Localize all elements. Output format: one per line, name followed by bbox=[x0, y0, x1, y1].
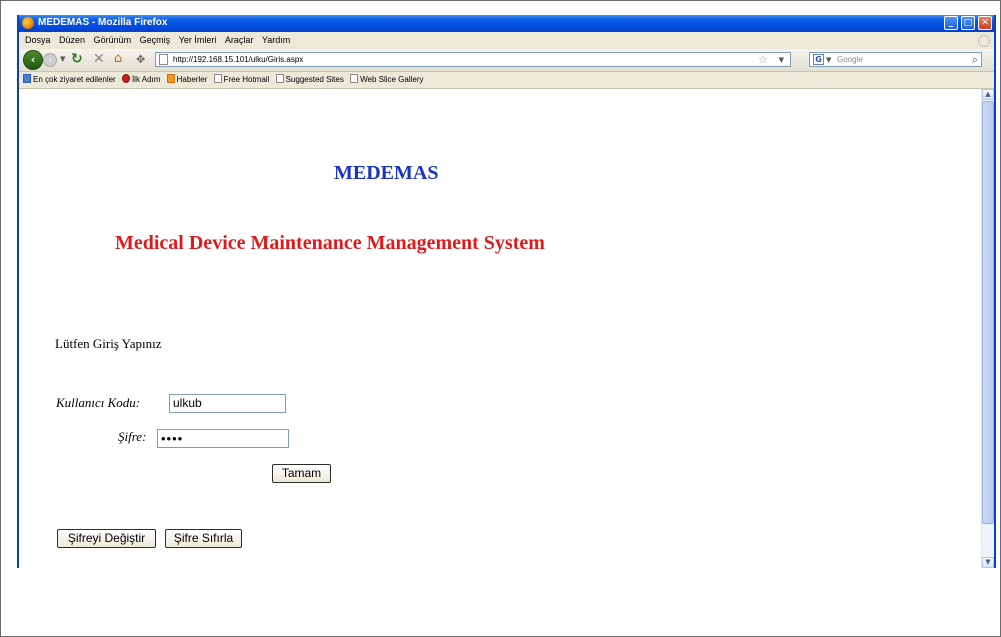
login-prompt: Lütfen Giriş Yapınız bbox=[55, 336, 162, 351]
search-input[interactable]: Google bbox=[837, 54, 863, 66]
menu-help[interactable]: Yardım bbox=[262, 32, 290, 49]
bookmark-label: En çok ziyaret edilenler bbox=[33, 75, 116, 84]
reset-password-button[interactable]: Şifre Sıfırla bbox=[165, 529, 242, 548]
bookmark-label: Haberler bbox=[176, 75, 208, 84]
menu-bar: Dosya Düzen Görünüm Geçmiş Yer İmleri Ar… bbox=[19, 32, 994, 49]
window-title: MEDEMAS - Mozilla Firefox bbox=[38, 17, 168, 28]
username-label: Kullanıcı Kodu: bbox=[56, 395, 141, 410]
home-icon[interactable]: ⌂ bbox=[114, 51, 122, 67]
close-button[interactable]: ✕ bbox=[978, 16, 992, 30]
scroll-up-icon[interactable]: ▲ bbox=[982, 89, 994, 100]
bookmark-web-slice-gallery[interactable]: Web Slice Gallery bbox=[350, 72, 424, 88]
change-password-button[interactable]: Şifreyi Değiştir bbox=[57, 529, 156, 548]
rss-icon bbox=[166, 74, 175, 83]
minimize-button[interactable]: _ bbox=[944, 16, 958, 30]
page-icon bbox=[213, 74, 222, 83]
bookmark-suggested-sites[interactable]: Suggested Sites bbox=[275, 72, 344, 88]
menu-history[interactable]: Geçmiş bbox=[140, 32, 171, 49]
maximize-button[interactable]: □ bbox=[961, 16, 975, 30]
bookmark-first-steps[interactable]: İlk Adım bbox=[121, 72, 161, 88]
throbber-icon bbox=[978, 35, 990, 47]
url-text[interactable]: http://192.168.15.101/ulku/Giris.aspx bbox=[173, 54, 303, 66]
bookmark-label: Suggested Sites bbox=[285, 75, 344, 84]
page-icon bbox=[159, 54, 168, 65]
scroll-down-icon[interactable]: ▼ bbox=[982, 557, 994, 568]
page-title: MEDEMAS bbox=[334, 162, 439, 184]
vertical-scrollbar[interactable]: ▲ ▼ bbox=[981, 89, 994, 568]
submit-button[interactable]: Tamam bbox=[272, 464, 331, 483]
engine-dropdown-icon[interactable]: ▼ bbox=[826, 54, 831, 66]
bookmark-most-visited[interactable]: En çok ziyaret edilenler bbox=[23, 72, 116, 88]
identity-icon[interactable]: ✥ bbox=[136, 52, 145, 68]
address-bar[interactable]: http://192.168.15.101/ulku/Giris.aspx ☆ … bbox=[155, 52, 791, 67]
menu-file[interactable]: Dosya bbox=[25, 32, 51, 49]
menu-tools[interactable]: Araçlar bbox=[225, 32, 254, 49]
browser-window: MEDEMAS - Mozilla Firefox _ □ ✕ Dosya Dü… bbox=[17, 15, 996, 568]
username-input[interactable]: ulkub bbox=[169, 394, 286, 413]
page-icon bbox=[275, 74, 284, 83]
title-bar[interactable]: MEDEMAS - Mozilla Firefox _ □ ✕ bbox=[19, 15, 994, 32]
forward-icon[interactable]: › bbox=[43, 53, 57, 67]
menu-edit[interactable]: Düzen bbox=[59, 32, 85, 49]
search-icon[interactable]: ⌕ bbox=[972, 53, 978, 66]
page-content: MEDEMAS Medical Device Maintenance Manag… bbox=[19, 89, 981, 568]
password-label: Şifre: bbox=[118, 429, 147, 444]
menu-view[interactable]: Görünüm bbox=[94, 32, 132, 49]
reload-icon[interactable]: ↻ bbox=[71, 51, 83, 67]
bookmark-label: Web Slice Gallery bbox=[360, 75, 424, 84]
search-bar[interactable]: G ▼ Google ⌕ bbox=[809, 52, 982, 67]
firefox-bookmark-icon bbox=[121, 74, 130, 83]
back-icon[interactable]: ‹ bbox=[23, 50, 43, 70]
bookmark-star-icon[interactable]: ☆ bbox=[758, 53, 768, 66]
bookmarks-toolbar: En çok ziyaret edilenler İlk Adım Haberl… bbox=[19, 72, 994, 89]
bookmark-news[interactable]: Haberler bbox=[166, 72, 208, 88]
history-dropdown-icon[interactable]: ▼ bbox=[60, 55, 65, 63]
url-dropdown-icon[interactable]: ▼ bbox=[779, 54, 784, 66]
bookmark-free-hotmail[interactable]: Free Hotmail bbox=[213, 72, 270, 88]
page-subtitle: Medical Device Maintenance Management Sy… bbox=[115, 232, 545, 254]
google-engine-icon[interactable]: G bbox=[813, 54, 824, 65]
password-input[interactable]: •••• bbox=[157, 429, 289, 448]
menu-bookmarks[interactable]: Yer İmleri bbox=[179, 32, 217, 49]
scroll-thumb[interactable] bbox=[982, 101, 994, 524]
navigation-toolbar: ‹ › ▼ ↻ ✕ ⌂ ✥ http://192.168.15.101/ulku… bbox=[19, 49, 994, 72]
most-visited-icon bbox=[23, 74, 31, 83]
page-icon bbox=[350, 74, 359, 83]
bookmark-label: İlk Adım bbox=[131, 75, 161, 84]
stop-icon[interactable]: ✕ bbox=[93, 51, 105, 67]
bookmark-label: Free Hotmail bbox=[223, 75, 270, 84]
firefox-icon bbox=[22, 17, 34, 29]
